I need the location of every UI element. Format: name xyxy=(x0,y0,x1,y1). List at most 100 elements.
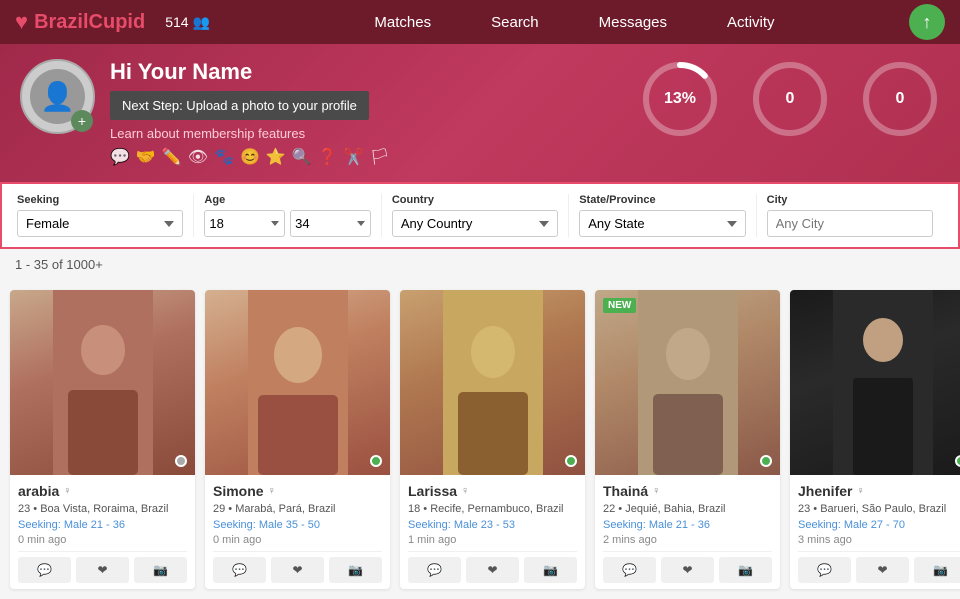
card-image-5[interactable] xyxy=(790,290,960,475)
star-icon: ⭐ xyxy=(266,147,286,167)
messages-stat: 0 xyxy=(860,59,940,139)
next-step-button[interactable]: Next Step: Upload a photo to your profil… xyxy=(110,91,369,120)
search-filters: Seeking Female Male Age 181920 343540 Co… xyxy=(0,182,960,249)
card-name-1: arabia ♀ xyxy=(18,483,187,499)
icon-bar: 💬 🤝 ✏️ 👁 🐾 😊 ⭐ 🔍 ❓ ✂️ 🏳 xyxy=(110,147,625,167)
chat-icon: 💬 xyxy=(110,147,130,167)
upload-button[interactable]: ↑ xyxy=(909,4,945,40)
card-location-2: 29 • Marabá, Pará, Brazil xyxy=(213,502,382,516)
camera-btn-3[interactable]: 📷 xyxy=(524,557,577,583)
card-time-5: 3 mins ago xyxy=(798,534,960,546)
card-actions-4: 💬 ❤ 📷 xyxy=(603,551,772,583)
card-actions-2: 💬 ❤ 📷 xyxy=(213,551,382,583)
card-actions-1: 💬 ❤ 📷 xyxy=(18,551,187,583)
card-location-1: 23 • Boa Vista, Roraima, Brazil xyxy=(18,502,187,516)
card-name-2: Simone ♀ xyxy=(213,483,382,499)
chat-btn-4[interactable]: 💬 xyxy=(603,557,656,583)
favorite-btn-3[interactable]: ❤ xyxy=(466,557,519,583)
card-seeking-3: Seeking: Male 23 - 53 xyxy=(408,519,577,531)
hand-icon: 🤝 xyxy=(136,147,156,167)
seeking-select[interactable]: Female Male xyxy=(17,210,183,237)
card-time-4: 2 mins ago xyxy=(603,534,772,546)
seeking-label: Seeking xyxy=(17,194,183,206)
upload-icon: ↑ xyxy=(923,12,932,33)
profile-card: Larissa ♀ 18 • Recife, Pernambuco, Brazi… xyxy=(400,290,585,589)
card-seeking-4: Seeking: Male 21 - 36 xyxy=(603,519,772,531)
card-info-2: Simone ♀ 29 • Marabá, Pará, Brazil Seeki… xyxy=(205,475,390,589)
paw-icon: 🐾 xyxy=(214,147,234,167)
add-photo-icon: + xyxy=(71,110,93,132)
face-icon: 😊 xyxy=(240,147,260,167)
nav-messages[interactable]: Messages xyxy=(599,14,667,31)
camera-btn-4[interactable]: 📷 xyxy=(719,557,772,583)
card-location-5: 23 • Barueri, São Paulo, Brazil xyxy=(798,502,960,516)
age-range: 181920 343540 xyxy=(204,210,370,237)
card-photo-3 xyxy=(400,290,585,475)
avatar[interactable]: 👤 + xyxy=(20,59,95,134)
city-input[interactable] xyxy=(767,210,933,237)
online-indicator-5 xyxy=(955,455,960,467)
camera-btn-1[interactable]: 📷 xyxy=(134,557,187,583)
age-min-select[interactable]: 181920 xyxy=(204,210,285,237)
logo-text: BrazilCupid xyxy=(34,11,145,34)
flag-icon: 🏳 xyxy=(370,147,390,167)
favorite-btn-4[interactable]: ❤ xyxy=(661,557,714,583)
chat-btn-3[interactable]: 💬 xyxy=(408,557,461,583)
person-icon: 👤 xyxy=(40,80,75,113)
age-max-select[interactable]: 343540 xyxy=(290,210,371,237)
card-photo-2 xyxy=(205,290,390,475)
favorite-btn-2[interactable]: ❤ xyxy=(271,557,324,583)
filter-city: City xyxy=(757,194,943,237)
offline-indicator-1 xyxy=(175,455,187,467)
filter-state: State/Province Any State xyxy=(569,194,756,237)
logo[interactable]: ♥ BrazilCupid xyxy=(15,9,145,35)
chat-btn-5[interactable]: 💬 xyxy=(798,557,851,583)
card-photo-1 xyxy=(10,290,195,475)
membership-link[interactable]: Learn about membership features xyxy=(110,126,625,141)
gender-icon-2: ♀ xyxy=(268,485,276,497)
card-seeking-5: Seeking: Male 27 - 70 xyxy=(798,519,960,531)
people-icon: 👥 xyxy=(193,14,210,31)
card-image-3[interactable] xyxy=(400,290,585,475)
profile-card: arabia ♀ 23 • Boa Vista, Roraima, Brazil… xyxy=(10,290,195,589)
stats-area: 13% 0 0 xyxy=(640,59,940,139)
city-label: City xyxy=(767,194,933,206)
card-time-3: 1 min ago xyxy=(408,534,577,546)
profile-card: Jhenifer ♀ 23 • Barueri, São Paulo, Braz… xyxy=(790,290,960,589)
online-indicator-3 xyxy=(565,455,577,467)
nav-activity[interactable]: Activity xyxy=(727,14,775,31)
card-actions-5: 💬 ❤ 📷 xyxy=(798,551,960,583)
camera-btn-5[interactable]: 📷 xyxy=(914,557,960,583)
profile-card: Simone ♀ 29 • Marabá, Pará, Brazil Seeki… xyxy=(205,290,390,589)
profile-completion: 13% xyxy=(640,59,720,139)
favorite-btn-1[interactable]: ❤ xyxy=(76,557,129,583)
card-image-1[interactable] xyxy=(10,290,195,475)
card-location-3: 18 • Recife, Pernambuco, Brazil xyxy=(408,502,577,516)
card-seeking-2: Seeking: Male 35 - 50 xyxy=(213,519,382,531)
completion-percent: 13% xyxy=(664,90,696,108)
filter-country: Country Any Country Brazil xyxy=(382,194,569,237)
filter-age: Age 181920 343540 xyxy=(194,194,381,237)
card-time-2: 0 min ago xyxy=(213,534,382,546)
country-select[interactable]: Any Country Brazil xyxy=(392,210,558,237)
card-image-4[interactable]: NEW xyxy=(595,290,780,475)
nav-matches[interactable]: Matches xyxy=(374,14,431,31)
online-indicator-4 xyxy=(760,455,772,467)
notification-number: 514 xyxy=(165,14,188,30)
camera-btn-2[interactable]: 📷 xyxy=(329,557,382,583)
question-icon: ❓ xyxy=(318,147,338,167)
chat-btn-2[interactable]: 💬 xyxy=(213,557,266,583)
scissors-icon: ✂️ xyxy=(344,147,364,167)
card-name-3: Larissa ♀ xyxy=(408,483,577,499)
nav-search[interactable]: Search xyxy=(491,14,539,31)
search-icon-sm: 🔍 xyxy=(292,147,312,167)
card-image-2[interactable] xyxy=(205,290,390,475)
matches-stat: 0 xyxy=(750,59,830,139)
state-select[interactable]: Any State xyxy=(579,210,745,237)
filters-row: Seeking Female Male Age 181920 343540 Co… xyxy=(17,194,943,237)
favorite-btn-5[interactable]: ❤ xyxy=(856,557,909,583)
gender-icon-4: ♀ xyxy=(652,485,660,497)
profile-banner: 👤 + Hi Your Name Next Step: Upload a pho… xyxy=(0,44,960,182)
notification-count[interactable]: 514 👥 xyxy=(165,14,210,31)
chat-btn-1[interactable]: 💬 xyxy=(18,557,71,583)
